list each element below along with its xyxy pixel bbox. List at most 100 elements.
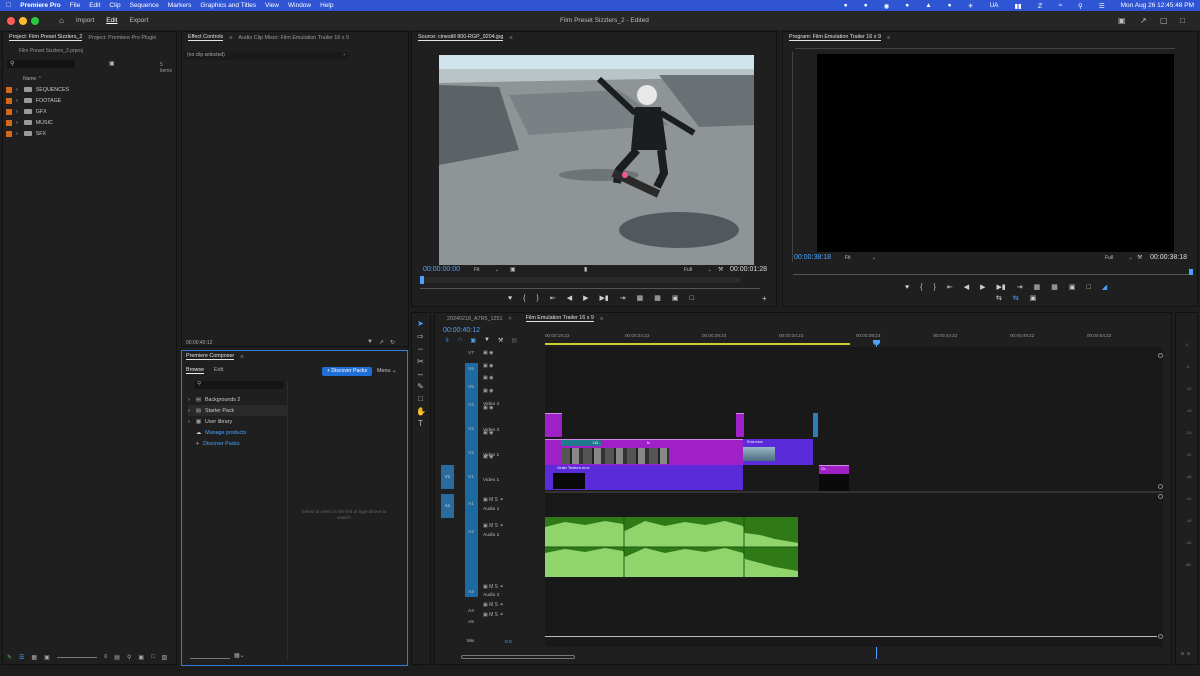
go-to-out-icon[interactable]: ⇥ [1017, 283, 1023, 291]
insert-nest-icon[interactable]: ⇳ [445, 337, 450, 344]
clip-end-mov[interactable]: End.mov [743, 439, 813, 465]
close-window-button[interactable] [7, 16, 15, 25]
clip-v3-c[interactable] [813, 413, 818, 437]
workspace-export[interactable]: Export [129, 17, 148, 24]
mark-out-icon[interactable]: } [934, 284, 936, 291]
status-icon-5[interactable]: ▲ [925, 2, 931, 9]
button-editor-icon[interactable]: □ [690, 295, 694, 302]
solo-left-button[interactable]: S [1181, 651, 1184, 656]
menu-icon[interactable]: ≡ [240, 354, 243, 360]
quick-export-icon[interactable]: ↗ [1140, 16, 1147, 25]
track-lock-eye-row[interactable]: ▣ ◉ [483, 360, 493, 373]
vertical-zoom-handle[interactable] [1158, 353, 1163, 358]
menu-icon[interactable]: ≡ [600, 316, 603, 322]
automate-icon[interactable]: ▤ [114, 654, 120, 663]
export-icon[interactable]: ↗ [379, 339, 384, 346]
menu-file[interactable]: File [70, 2, 80, 9]
track-id-v3[interactable]: V3 [468, 427, 474, 432]
rectangle-tool-icon[interactable]: □ [416, 394, 425, 403]
go-to-in-icon[interactable]: ⇤ [947, 283, 953, 291]
track-target-column[interactable] [465, 363, 478, 597]
track-id-v4[interactable]: V4 [468, 403, 474, 408]
snap-icon[interactable]: ∩ [458, 337, 462, 344]
program-timecode[interactable]: 00:00:38:18 [794, 254, 831, 261]
time-ruler[interactable]: 00:00:19:23 00:00:24:23 00:00:29:23 00:0… [545, 329, 1165, 345]
minimize-window-button[interactable] [19, 16, 27, 25]
clip-short-gr[interactable]: Gr... [819, 465, 849, 491]
composer-zoom-slider[interactable] [190, 656, 230, 659]
control-center-icon[interactable]: ☰ [1099, 2, 1105, 10]
composer-search-input[interactable]: ⚲ [194, 381, 284, 389]
vertical-zoom-handle[interactable] [1158, 634, 1163, 639]
source-zoom-bar[interactable] [420, 286, 760, 289]
grid-view-icon[interactable]: ▦⌄ [234, 652, 245, 659]
wrench-icon[interactable]: ⚒ [718, 266, 723, 273]
linked-selection-icon[interactable]: ▣ [470, 337, 476, 344]
proxy-icon[interactable]: ◢ [1102, 283, 1107, 291]
track-lock-eye-row[interactable]: ▣ ◉ [483, 372, 493, 385]
chevron-right-icon[interactable]: › [16, 109, 18, 115]
home-icon[interactable]: ⌂ [59, 16, 64, 25]
program-scrub-bar[interactable] [793, 269, 1193, 275]
play-icon[interactable]: ▶ [980, 283, 985, 291]
sort-icon[interactable]: ≡ [104, 654, 108, 663]
fullscreen-icon[interactable]: ▢ [1160, 16, 1168, 25]
source-patch-a1[interactable]: A1 [441, 494, 454, 518]
program-video-frame[interactable] [817, 54, 1174, 252]
tab-project-plugin[interactable]: Project: Premiere Pro Plugin [88, 35, 156, 41]
overwrite-icon[interactable]: ▦ [654, 294, 661, 302]
program-quality-dropdown[interactable]: Full ⌄ [1105, 255, 1133, 261]
ripple-edit-icon[interactable]: ⇔ [416, 344, 425, 353]
share-icon[interactable]: □ [1180, 16, 1185, 25]
tab-edit[interactable]: Edit [214, 367, 223, 374]
bin-icon[interactable]: ▣ [109, 60, 115, 67]
manage-products-link[interactable]: ☁ Manage products [188, 427, 288, 438]
tree-item-user-library[interactable]: › ▦ User library [188, 416, 288, 427]
go-to-out-icon[interactable]: ⇥ [620, 294, 626, 302]
wrench-icon[interactable]: ⚒ [1137, 254, 1142, 261]
source-fit-dropdown[interactable]: Fit ⌄ [474, 267, 499, 273]
mute-solo-mic-row[interactable]: ▣ M S ⚭ [483, 602, 504, 608]
folder-gfx[interactable]: › GFX [3, 106, 173, 117]
track-id-a2[interactable]: A2 [468, 530, 474, 535]
chevron-right-icon[interactable]: › [16, 120, 18, 126]
slip-tool-icon[interactable]: ↔ [416, 369, 425, 378]
menu-icon[interactable]: ≡ [229, 35, 232, 41]
solo-right-button[interactable]: S [1187, 651, 1190, 656]
mute-solo-mic-row[interactable]: ▣ M S ⚭ [483, 612, 504, 618]
close-icon[interactable]: × [508, 316, 511, 322]
type-tool-icon[interactable]: T [416, 419, 425, 428]
icon-view-icon[interactable]: ▦ [31, 654, 37, 663]
composer-divider[interactable] [287, 381, 288, 661]
menu-edit[interactable]: Edit [89, 2, 100, 9]
mute-solo-mic-row[interactable]: ▣ M S ⚭ [483, 523, 504, 529]
find-icon[interactable]: ⚲ [127, 654, 131, 663]
chevron-right-icon[interactable]: › [16, 87, 18, 93]
workspace-edit[interactable]: Edit [106, 17, 117, 24]
clip-grain-texture[interactable]: Grain Texture.mov [545, 465, 743, 490]
export-frame-icon[interactable]: ▣ [1069, 283, 1076, 291]
menu-help[interactable]: Help [320, 2, 333, 9]
workspaces-icon[interactable]: ▣ [1118, 16, 1126, 25]
wifi-icon[interactable]: ≈ [1058, 2, 1062, 9]
clip-v3-a[interactable] [545, 413, 562, 437]
apple-icon[interactable]:  [6, 2, 11, 9]
track-id-a1[interactable]: A1 [468, 502, 474, 507]
comparison-icon[interactable]: □ [1087, 284, 1091, 291]
track-id-v7[interactable]: V7 [468, 351, 474, 356]
new-bin-icon[interactable]: ▣ [138, 654, 144, 663]
tree-item-starter-pack[interactable]: › ▤ Starter Pack [188, 405, 288, 416]
source-playhead[interactable] [420, 276, 424, 284]
tab-source[interactable]: Source: cinestill 800-RGP_9204.jpg [418, 34, 504, 41]
menu-graphics-titles[interactable]: Graphics and Titles [200, 2, 256, 9]
play-icon[interactable]: ▶ [583, 294, 588, 302]
track-select-icon[interactable]: ⇨ [416, 332, 425, 341]
hand-tool-icon[interactable]: ✋ [416, 407, 426, 416]
tree-item-backgrounds[interactable]: › ▤ Backgrounds 2 [188, 394, 288, 405]
mark-out-icon[interactable]: } [537, 295, 539, 302]
chevron-right-icon[interactable]: › [16, 98, 18, 104]
program-fit-dropdown[interactable]: Fit ⌄ [845, 255, 876, 261]
track-lock-eye-row[interactable]: ▣ ◉ [483, 347, 493, 360]
vr-icon[interactable]: ⇆ [1013, 294, 1019, 302]
go-to-in-icon[interactable]: ⇤ [550, 294, 556, 302]
